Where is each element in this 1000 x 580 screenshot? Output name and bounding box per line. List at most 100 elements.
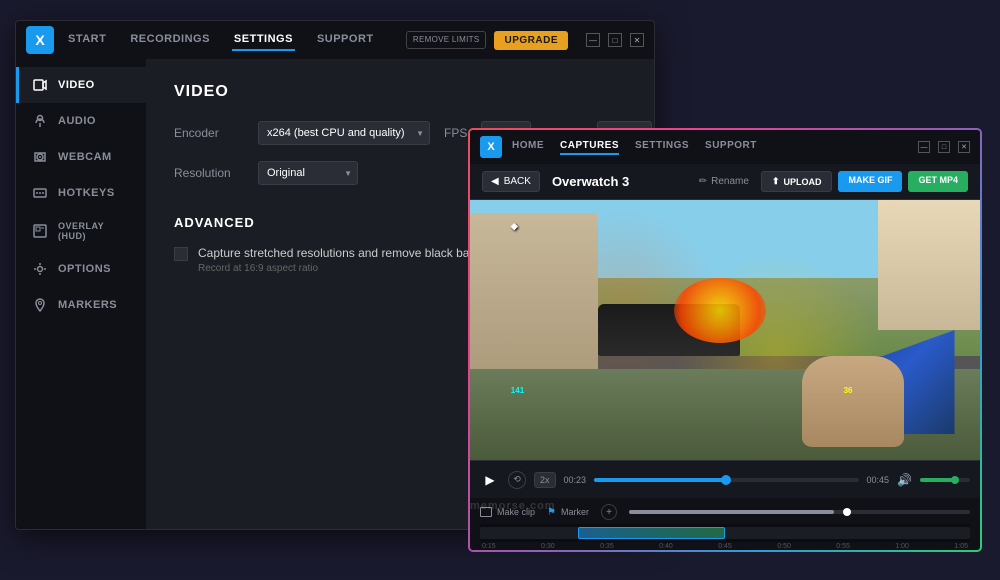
nav-recordings[interactable]: RECORDINGS bbox=[128, 29, 212, 51]
pencil-icon: ✏ bbox=[699, 176, 707, 187]
clip-slider[interactable] bbox=[629, 510, 970, 514]
minimize-button[interactable]: — bbox=[586, 33, 600, 47]
sidebar-hotkeys-label: HOTKEYS bbox=[58, 187, 115, 199]
volume-bar[interactable] bbox=[920, 478, 970, 482]
window-controls: — □ ✕ bbox=[586, 33, 644, 47]
remove-limits-btn[interactable]: REMOVE LIMITS bbox=[406, 31, 487, 49]
upgrade-button[interactable]: UPGRADE bbox=[494, 31, 568, 50]
app-logo: X bbox=[26, 26, 54, 54]
volume-thumb bbox=[951, 476, 959, 484]
encoder-select[interactable]: x264 (best CPU and quality) bbox=[258, 121, 430, 145]
timeline-track[interactable] bbox=[480, 527, 970, 539]
timeline-label-7: 1:00 bbox=[895, 543, 909, 550]
make-gif-button[interactable]: MAKE GIF bbox=[838, 171, 902, 192]
hud-ammo: 36 bbox=[844, 386, 853, 395]
hud-health: 141 bbox=[511, 386, 524, 395]
timeline-label-1: 0:30 bbox=[541, 543, 555, 550]
title-bar: X START RECORDINGS SETTINGS SUPPORT REMO… bbox=[16, 21, 654, 59]
close-button[interactable]: ✕ bbox=[630, 33, 644, 47]
volume-fill bbox=[920, 478, 955, 482]
sidebar-item-markers[interactable]: MARKERS bbox=[16, 287, 146, 323]
watermark: memorse.com bbox=[470, 500, 556, 512]
player-app-logo: X bbox=[480, 136, 502, 158]
game-title: Overwatch 3 bbox=[552, 174, 687, 189]
timeline-ruler bbox=[480, 524, 970, 542]
rename-label: Rename bbox=[711, 176, 749, 187]
sidebar-item-webcam[interactable]: WEBCAM bbox=[16, 139, 146, 175]
player-maximize-btn[interactable]: □ bbox=[938, 141, 950, 153]
progress-fill bbox=[594, 478, 726, 482]
timeline-label-4: 0:45 bbox=[718, 543, 732, 550]
fps-label: FPS bbox=[444, 126, 467, 140]
nav-settings[interactable]: SETTINGS bbox=[232, 29, 295, 51]
player-toolbar: ◀ BACK Overwatch 3 ✏ Rename ⬆ UPLOAD MAK… bbox=[470, 164, 980, 200]
building-left bbox=[470, 213, 598, 395]
sidebar-item-hotkeys[interactable]: HOTKEYS bbox=[16, 175, 146, 211]
player-nav-home[interactable]: HOME bbox=[512, 140, 544, 155]
player-controls: ▶ ⟲ 2x 00:23 00:45 🔊 bbox=[470, 460, 980, 498]
sidebar-item-video[interactable]: VIDEO bbox=[16, 67, 146, 103]
checkbox-main-label: Capture stretched resolutions and remove… bbox=[198, 246, 479, 260]
player-title-bar: X HOME CAPTURES SETTINGS SUPPORT — □ ✕ bbox=[470, 130, 980, 164]
checkbox-sub-label: Record at 16:9 aspect ratio bbox=[198, 263, 479, 274]
get-mp4-button[interactable]: GET MP4 bbox=[908, 171, 968, 192]
explosion bbox=[674, 278, 766, 343]
player-nav: HOME CAPTURES SETTINGS SUPPORT bbox=[512, 140, 918, 155]
player-nav-settings[interactable]: SETTINGS bbox=[635, 140, 689, 155]
resolution-select-wrapper: Original bbox=[258, 161, 358, 185]
sidebar-item-audio[interactable]: AUDIO bbox=[16, 103, 146, 139]
encoder-label: Encoder bbox=[174, 126, 244, 140]
volume-button[interactable]: 🔊 bbox=[897, 473, 912, 487]
back-chevron-icon: ◀ bbox=[491, 176, 499, 187]
overlay-icon bbox=[32, 223, 48, 239]
upload-button[interactable]: ⬆ UPLOAD bbox=[761, 171, 833, 192]
speed-selector[interactable]: 2x bbox=[534, 472, 556, 488]
encoder-select-wrapper: x264 (best CPU and quality) bbox=[258, 121, 430, 145]
sidebar-video-label: VIDEO bbox=[58, 79, 95, 91]
timeline-label-5: 0:50 bbox=[777, 543, 791, 550]
marker-label: Marker bbox=[561, 507, 589, 517]
markers-icon bbox=[32, 297, 48, 313]
timeline-highlight bbox=[578, 527, 725, 539]
player-win-controls: — □ ✕ bbox=[918, 141, 970, 153]
resolution-select[interactable]: Original bbox=[258, 161, 358, 185]
current-time: 00:23 bbox=[564, 475, 587, 485]
rename-button[interactable]: ✏ Rename bbox=[699, 176, 749, 187]
end-time: 00:45 bbox=[867, 475, 890, 485]
player-minimize-btn[interactable]: — bbox=[918, 141, 930, 153]
timeline-label-6: 0:55 bbox=[836, 543, 850, 550]
nav-start[interactable]: START bbox=[66, 29, 108, 51]
upload-label: UPLOAD bbox=[783, 177, 821, 187]
skip-back-button[interactable]: ⟲ bbox=[508, 471, 526, 489]
player-nav-captures[interactable]: CAPTURES bbox=[560, 140, 619, 155]
play-button[interactable]: ▶ bbox=[480, 470, 500, 490]
progress-bar[interactable] bbox=[594, 478, 858, 482]
webcam-icon bbox=[32, 149, 48, 165]
player-window-border: X HOME CAPTURES SETTINGS SUPPORT — □ ✕ ◀… bbox=[468, 128, 982, 552]
player-window: X HOME CAPTURES SETTINGS SUPPORT — □ ✕ ◀… bbox=[470, 130, 980, 550]
timeline-label-3: 0:40 bbox=[659, 543, 673, 550]
sidebar: VIDEO AUDIO bbox=[16, 59, 146, 529]
clip-slider-fill bbox=[629, 510, 834, 514]
video-area: ◆ 141 36 bbox=[470, 200, 980, 460]
progress-thumb bbox=[721, 475, 731, 485]
toolbar-actions: ⬆ UPLOAD MAKE GIF GET MP4 bbox=[761, 171, 968, 192]
add-marker-button[interactable]: + bbox=[601, 504, 617, 520]
sidebar-markers-label: MARKERS bbox=[58, 299, 117, 311]
game-scene: ◆ 141 36 bbox=[470, 200, 980, 460]
stretch-checkbox[interactable] bbox=[174, 247, 188, 261]
timeline-labels: 0:15 0:30 0:35 0:40 0:45 0:50 0:55 1:00 … bbox=[480, 543, 970, 550]
sidebar-item-options[interactable]: OPTIONS bbox=[16, 251, 146, 287]
player-close-btn[interactable]: ✕ bbox=[958, 141, 970, 153]
sidebar-item-overlay[interactable]: OVERLAY (HUD) bbox=[16, 211, 146, 251]
sidebar-overlay-label: OVERLAY (HUD) bbox=[58, 221, 130, 241]
options-icon bbox=[32, 261, 48, 277]
maximize-button[interactable]: □ bbox=[608, 33, 622, 47]
player-nav-support[interactable]: SUPPORT bbox=[705, 140, 757, 155]
timeline-label-2: 0:35 bbox=[600, 543, 614, 550]
nav-support[interactable]: SUPPORT bbox=[315, 29, 376, 51]
video-icon bbox=[32, 77, 48, 93]
back-button[interactable]: ◀ BACK bbox=[482, 171, 540, 192]
clip-slider-thumb bbox=[843, 508, 851, 516]
video-frame: ◆ 141 36 bbox=[470, 200, 980, 460]
